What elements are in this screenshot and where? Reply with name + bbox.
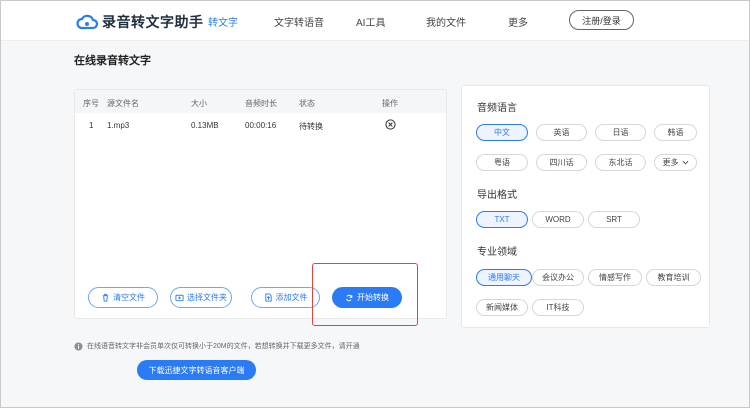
top-header: 录音转文字助手 转文字 文字转语音 AI工具 我的文件 更多 注册/登录 xyxy=(0,0,750,41)
add-file-label: 添加文件 xyxy=(275,293,308,302)
language-option[interactable]: 英语 xyxy=(536,124,587,141)
folder-icon xyxy=(175,294,184,302)
file-status: 待转换 xyxy=(299,122,323,131)
domain-option[interactable]: 情感写作 xyxy=(588,269,642,286)
nav-speech-to-text[interactable]: 转文字 xyxy=(208,14,238,29)
trash-icon xyxy=(102,293,109,302)
row-index: 1 xyxy=(89,121,94,130)
column-header: 源文件名 xyxy=(107,99,139,108)
domain-option[interactable]: 通用聊天 xyxy=(476,269,532,286)
add-file-button[interactable]: 添加文件 xyxy=(251,287,320,308)
domain-option[interactable]: 教育培训 xyxy=(646,269,701,286)
column-header: 大小 xyxy=(191,99,207,108)
domain-option[interactable]: IT科技 xyxy=(532,299,584,316)
file-size: 0.13MB xyxy=(191,121,219,130)
column-header: 状态 xyxy=(299,99,315,108)
choose-folder-label: 选择文件夹 xyxy=(187,293,227,302)
audio-language-title: 音频语言 xyxy=(477,103,517,114)
file-name: 1.mp3 xyxy=(107,121,130,130)
download-client-button[interactable]: 下载迅捷文字转语音客户端 xyxy=(137,360,256,380)
choose-folder-button[interactable]: 选择文件夹 xyxy=(170,287,232,308)
language-option[interactable]: 东北话 xyxy=(595,154,646,171)
domain-option[interactable]: 会议办公 xyxy=(532,269,584,286)
more-languages-label: 更多 xyxy=(662,158,679,167)
clear-files-label: 清空文件 xyxy=(113,293,145,302)
info-icon xyxy=(74,341,83,351)
export-format-title: 导出格式 xyxy=(477,190,517,201)
language-option[interactable]: 粤语 xyxy=(476,154,528,171)
format-option[interactable]: WORD xyxy=(532,211,584,228)
domain-option[interactable]: 新闻媒体 xyxy=(476,299,528,316)
cloud-logo-icon xyxy=(76,14,98,30)
upload-icon xyxy=(264,293,272,302)
column-header: 音频时长 xyxy=(245,99,277,108)
login-button[interactable]: 注册/登录 xyxy=(569,10,634,30)
clear-files-button[interactable]: 清空文件 xyxy=(88,287,158,308)
column-header: 操作 xyxy=(382,99,398,108)
page-title: 在线录音转文字 xyxy=(74,55,151,67)
language-option[interactable]: 中文 xyxy=(476,124,528,141)
member-notice: 在线语音转文字非会员单次仅可转换小于20M的文件，若想转换并下载更多文件，请开通 xyxy=(74,341,360,351)
more-languages-dropdown[interactable]: 更多 xyxy=(654,154,697,171)
chevron-down-icon xyxy=(682,160,688,165)
language-option[interactable]: 日语 xyxy=(595,124,646,141)
language-option[interactable]: 韩语 xyxy=(654,124,697,141)
nav-my-files[interactable]: 我的文件 xyxy=(426,14,466,29)
highlight-box xyxy=(312,263,418,326)
nav-text-to-speech[interactable]: 文字转语音 xyxy=(274,14,324,29)
column-header: 序号 xyxy=(83,99,99,108)
format-option[interactable]: TXT xyxy=(476,211,528,228)
file-duration: 00:00:16 xyxy=(245,121,277,130)
app-title: 录音转文字助手 xyxy=(102,14,204,30)
nav-more[interactable]: 更多 xyxy=(508,14,528,29)
nav-ai-tools[interactable]: AI工具 xyxy=(356,14,385,29)
notice-text: 在线语音转文字非会员单次仅可转换小于20M的文件，若想转换并下载更多文件，请开通 xyxy=(87,343,360,350)
app-logo[interactable]: 录音转文字助手 xyxy=(76,12,204,32)
language-option[interactable]: 四川话 xyxy=(536,154,587,171)
domain-title: 专业领域 xyxy=(477,247,517,258)
delete-icon[interactable] xyxy=(385,119,396,130)
format-option[interactable]: SRT xyxy=(588,211,640,228)
options-card: 音频语言 中文 英语 日语 韩语 粤语 四川话 东北话 更多 导出格式 TXT … xyxy=(461,85,710,328)
